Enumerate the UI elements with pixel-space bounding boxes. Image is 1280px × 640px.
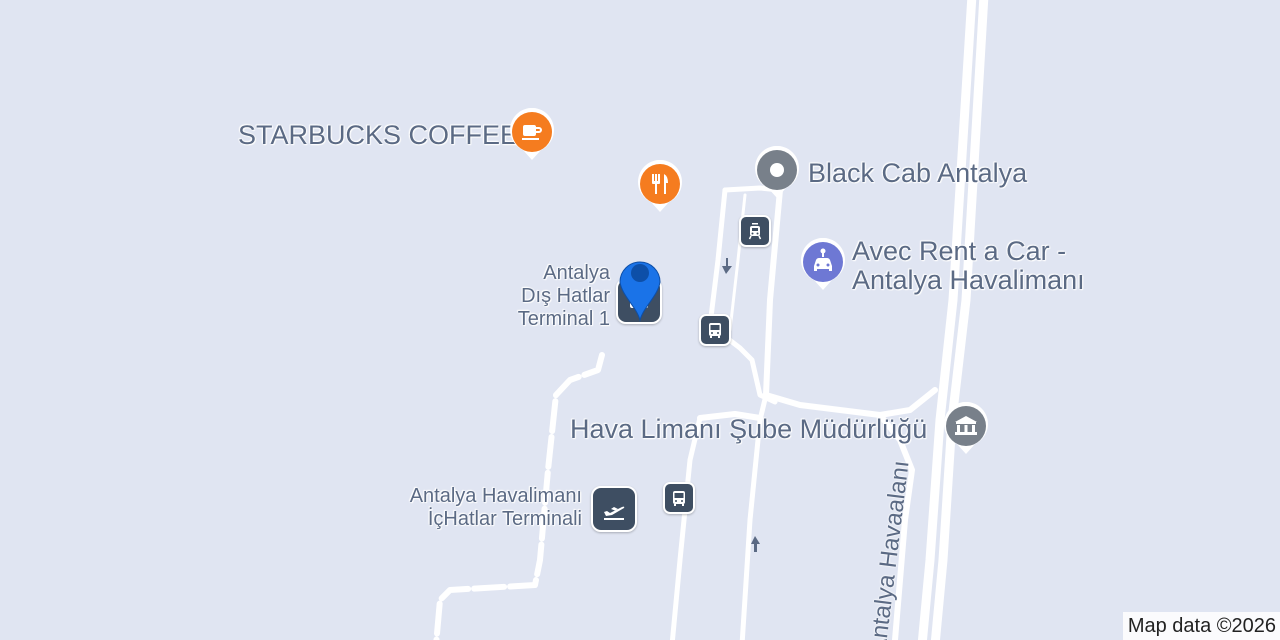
place-marker-black-cab[interactable] bbox=[754, 146, 800, 200]
map-attribution: Map data ©2026 bbox=[1122, 612, 1280, 640]
place-label-sube[interactable]: Hava Limanı Şube Müdürlüğü bbox=[570, 414, 927, 444]
bus-stop-marker-2[interactable] bbox=[663, 482, 695, 514]
bus-icon bbox=[709, 323, 721, 338]
place-label-ichatlar-line1: Antalya Havalimanı bbox=[409, 485, 582, 507]
tram-icon bbox=[748, 223, 762, 240]
place-label-avec-line1[interactable]: Avec Rent a Car - bbox=[852, 236, 1066, 266]
place-label-ichatlar-line2: İçHatlar Terminali bbox=[427, 508, 582, 530]
place-marker-avec[interactable] bbox=[800, 238, 846, 292]
place-dot-icon bbox=[770, 163, 784, 177]
bus-icon bbox=[673, 491, 685, 506]
place-marker-restaurant[interactable] bbox=[637, 160, 683, 214]
tram-stop-marker[interactable] bbox=[739, 215, 771, 247]
place-label-black-cab[interactable]: Black Cab Antalya bbox=[808, 158, 1027, 188]
ichatlar-marker[interactable] bbox=[591, 486, 637, 532]
place-label-terminal1-line1: Antalya bbox=[543, 262, 610, 284]
place-label-terminal1-line2: Dış Hatlar bbox=[521, 285, 610, 307]
map-canvas[interactable]: Antalya Havaalanı STARBUCKS COFFEE Black… bbox=[0, 0, 1280, 640]
place-label-ichatlar[interactable]: Antalya Havalimanı İçHatlar Terminali bbox=[330, 485, 582, 531]
bus-stop-marker-1[interactable] bbox=[699, 314, 731, 346]
place-label-starbucks[interactable]: STARBUCKS COFFEE bbox=[238, 120, 518, 150]
place-marker-sube[interactable] bbox=[943, 402, 989, 456]
place-marker-starbucks[interactable] bbox=[509, 108, 555, 162]
place-label-avec-line2[interactable]: Antalya Havalimanı bbox=[852, 265, 1085, 295]
airplane-departure-icon bbox=[604, 506, 625, 520]
selected-location-marker[interactable] bbox=[614, 246, 668, 324]
place-label-terminal1[interactable]: Antalya Dış Hatlar Terminal 1 bbox=[490, 262, 610, 331]
place-label-terminal1-line3: Terminal 1 bbox=[517, 308, 610, 330]
